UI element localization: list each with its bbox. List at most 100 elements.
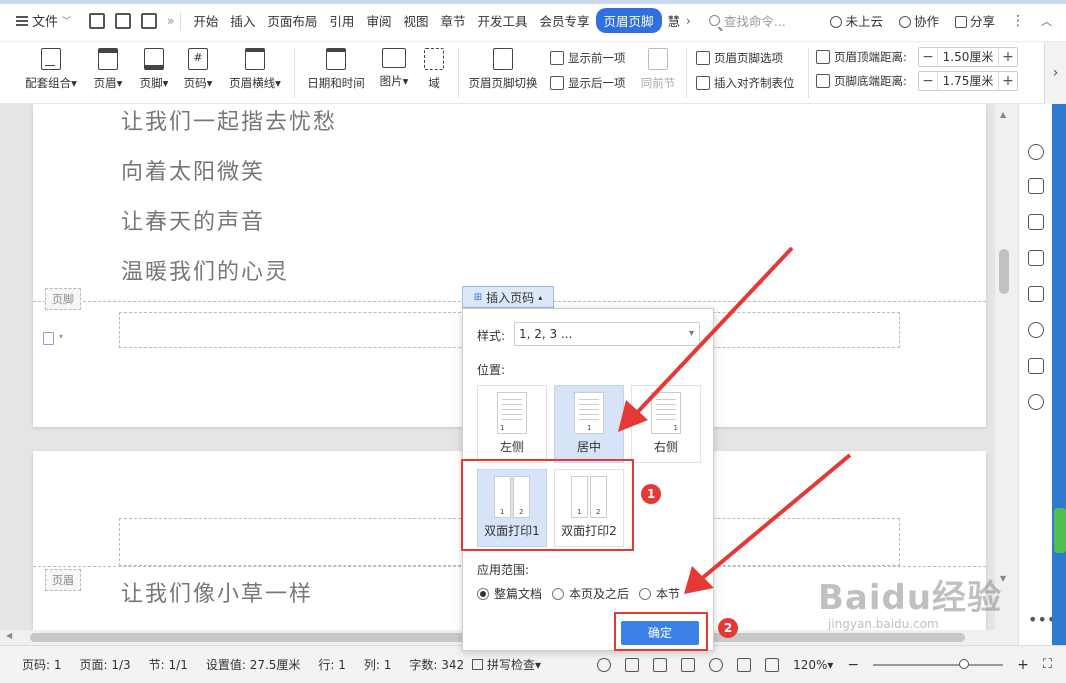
- rocket-icon[interactable]: [1028, 144, 1044, 160]
- decrement-icon[interactable]: −: [919, 48, 937, 66]
- watermark-main: Baidu经验: [818, 578, 1003, 618]
- status-section[interactable]: 节: 1/1: [149, 656, 188, 673]
- share-icon: [954, 16, 967, 28]
- eye-protection-icon[interactable]: [597, 657, 612, 672]
- footer-distance-stepper[interactable]: − 1.75厘米 +: [918, 71, 1018, 91]
- tab-insert[interactable]: 插入: [224, 8, 261, 33]
- cursor-icon[interactable]: [1028, 214, 1044, 230]
- export-pdf-icon[interactable]: [115, 12, 132, 29]
- help-icon[interactable]: [1028, 394, 1044, 410]
- insert-page-number-button[interactable]: ⊞ 插入页码 ▴: [462, 286, 554, 308]
- save-icon[interactable]: [89, 12, 106, 29]
- insert-tab-stop-button[interactable]: 插入对齐制表位: [696, 75, 795, 91]
- file-menu-button[interactable]: 文件 ﹀: [10, 8, 77, 33]
- tab-member[interactable]: 会员专享: [534, 8, 596, 33]
- position-center-option[interactable]: 1 居中: [554, 385, 624, 463]
- spell-check-button[interactable]: 拼写检查▾: [472, 656, 541, 673]
- chevron-down-icon[interactable]: ▾: [59, 332, 63, 341]
- watermark-url: jingyan.baidu.com: [828, 617, 939, 631]
- search-placeholder: 查找命令...: [723, 14, 786, 29]
- zoom-slider-knob[interactable]: [959, 658, 970, 669]
- collapse-ribbon-icon[interactable]: ︿: [1041, 13, 1052, 29]
- header-button[interactable]: 页眉▾: [88, 44, 128, 91]
- collaborate-button[interactable]: 协作: [898, 11, 939, 30]
- scroll-left-icon[interactable]: ◀: [6, 631, 12, 640]
- tab-review[interactable]: 审阅: [360, 8, 397, 33]
- page-settings-icon[interactable]: [43, 332, 54, 345]
- tab-view[interactable]: 视图: [397, 8, 434, 33]
- position-right-option[interactable]: 1 右侧: [631, 385, 701, 463]
- status-setting-value[interactable]: 设置值: 27.5厘米: [206, 656, 301, 673]
- tab-developer[interactable]: 开发工具: [471, 8, 533, 33]
- page-thumbnail-icon: 1: [574, 392, 604, 434]
- date-time-button[interactable]: 日期和时间: [302, 44, 370, 91]
- fit-page-icon[interactable]: [765, 657, 780, 672]
- zoom-slider[interactable]: [873, 658, 1004, 669]
- scope-this-section-radio[interactable]: 本节: [639, 585, 680, 602]
- position-left-option[interactable]: 1 左侧: [477, 385, 547, 463]
- tab-sections[interactable]: 章节: [434, 8, 471, 33]
- tab-home[interactable]: 开始: [187, 8, 224, 33]
- more-options-icon[interactable]: ⋮: [1011, 13, 1025, 29]
- show-next-button[interactable]: 显示后一项: [550, 75, 626, 91]
- status-page-number[interactable]: 页码: 1: [22, 656, 62, 673]
- tab-header-footer[interactable]: 页眉页脚: [595, 8, 662, 33]
- picture-button[interactable]: 图片▾: [374, 44, 414, 89]
- scope-this-page-onward-radio[interactable]: 本页及之后: [552, 585, 629, 602]
- vertical-scroll-thumb[interactable]: [999, 249, 1009, 294]
- page-thumbnail-icon: 1: [651, 392, 681, 434]
- ribbon-scroll-right-icon[interactable]: ›: [1044, 42, 1066, 104]
- tab-overflow[interactable]: 慧: [662, 8, 687, 33]
- header-distance-stepper[interactable]: − 1.50厘米 +: [918, 47, 1018, 67]
- header-line-button[interactable]: 页眉横线▾: [224, 44, 286, 91]
- field-button[interactable]: 域: [418, 44, 450, 91]
- lightning-icon[interactable]: [1028, 322, 1044, 338]
- status-word-count[interactable]: 字数: 342: [409, 656, 464, 673]
- fullscreen-icon[interactable]: ⛶: [1043, 657, 1052, 672]
- pen-mode-icon[interactable]: [737, 657, 752, 672]
- zoom-in-icon[interactable]: +: [1017, 657, 1029, 673]
- outline-view-icon[interactable]: [653, 657, 668, 672]
- header-footer-switch-button[interactable]: 页眉页脚切换: [464, 44, 542, 91]
- vertical-scrollbar[interactable]: ▲ ▼: [995, 104, 1018, 645]
- chevron-right-icon[interactable]: ›: [686, 14, 691, 28]
- page-thumbnail-icon: 1: [497, 392, 527, 434]
- annotation-box-2: [614, 612, 708, 651]
- share-button[interactable]: 分享: [954, 11, 995, 30]
- book-search-icon[interactable]: [1028, 358, 1044, 374]
- footer-button[interactable]: 页脚▾: [134, 44, 174, 91]
- right-sidebar: •••: [1018, 104, 1056, 645]
- divider: [458, 48, 459, 98]
- print-icon[interactable]: [141, 12, 158, 29]
- status-page-count[interactable]: 页面: 1/3: [80, 656, 131, 673]
- footer-distance-icon: [816, 74, 830, 88]
- zoom-level[interactable]: 120%▾: [793, 658, 833, 672]
- header-footer-options-button[interactable]: 页眉页脚选项: [696, 50, 783, 66]
- decrement-icon[interactable]: −: [919, 72, 937, 90]
- more-icon[interactable]: •••: [1028, 612, 1056, 628]
- tab-page-layout[interactable]: 页面布局: [261, 8, 323, 33]
- scroll-up-icon[interactable]: ▲: [1000, 110, 1006, 119]
- increment-icon[interactable]: +: [999, 72, 1017, 90]
- header-distance-value[interactable]: 1.50厘米: [937, 48, 999, 66]
- scope-whole-document-radio[interactable]: 整篇文档: [477, 585, 542, 602]
- reading-view-icon[interactable]: [681, 657, 696, 672]
- settings-sliders-icon[interactable]: [1028, 250, 1044, 266]
- command-search[interactable]: 查找命令...: [708, 11, 786, 30]
- page-number-button[interactable]: # 页码▾: [178, 44, 218, 91]
- tab-references[interactable]: 引用: [323, 8, 360, 33]
- collaborate-label: 协作: [913, 14, 939, 29]
- web-view-icon[interactable]: [709, 657, 724, 672]
- pen-icon[interactable]: [1028, 178, 1044, 194]
- zoom-out-icon[interactable]: −: [847, 657, 859, 673]
- increment-icon[interactable]: +: [999, 48, 1017, 66]
- footer-distance-value[interactable]: 1.75厘米: [937, 72, 999, 90]
- style-select[interactable]: 1, 2, 3 ...: [514, 322, 700, 346]
- show-previous-button[interactable]: 显示前一项: [550, 50, 626, 66]
- cloud-status-button[interactable]: 未上云: [830, 11, 883, 30]
- preset-combo-button[interactable]: 配套组合▾: [22, 44, 80, 91]
- scope-label: 应用范围:: [477, 563, 530, 577]
- image-tool-icon[interactable]: [1028, 286, 1044, 302]
- page-view-icon[interactable]: [625, 657, 640, 672]
- more-quick-icon[interactable]: »: [167, 14, 174, 28]
